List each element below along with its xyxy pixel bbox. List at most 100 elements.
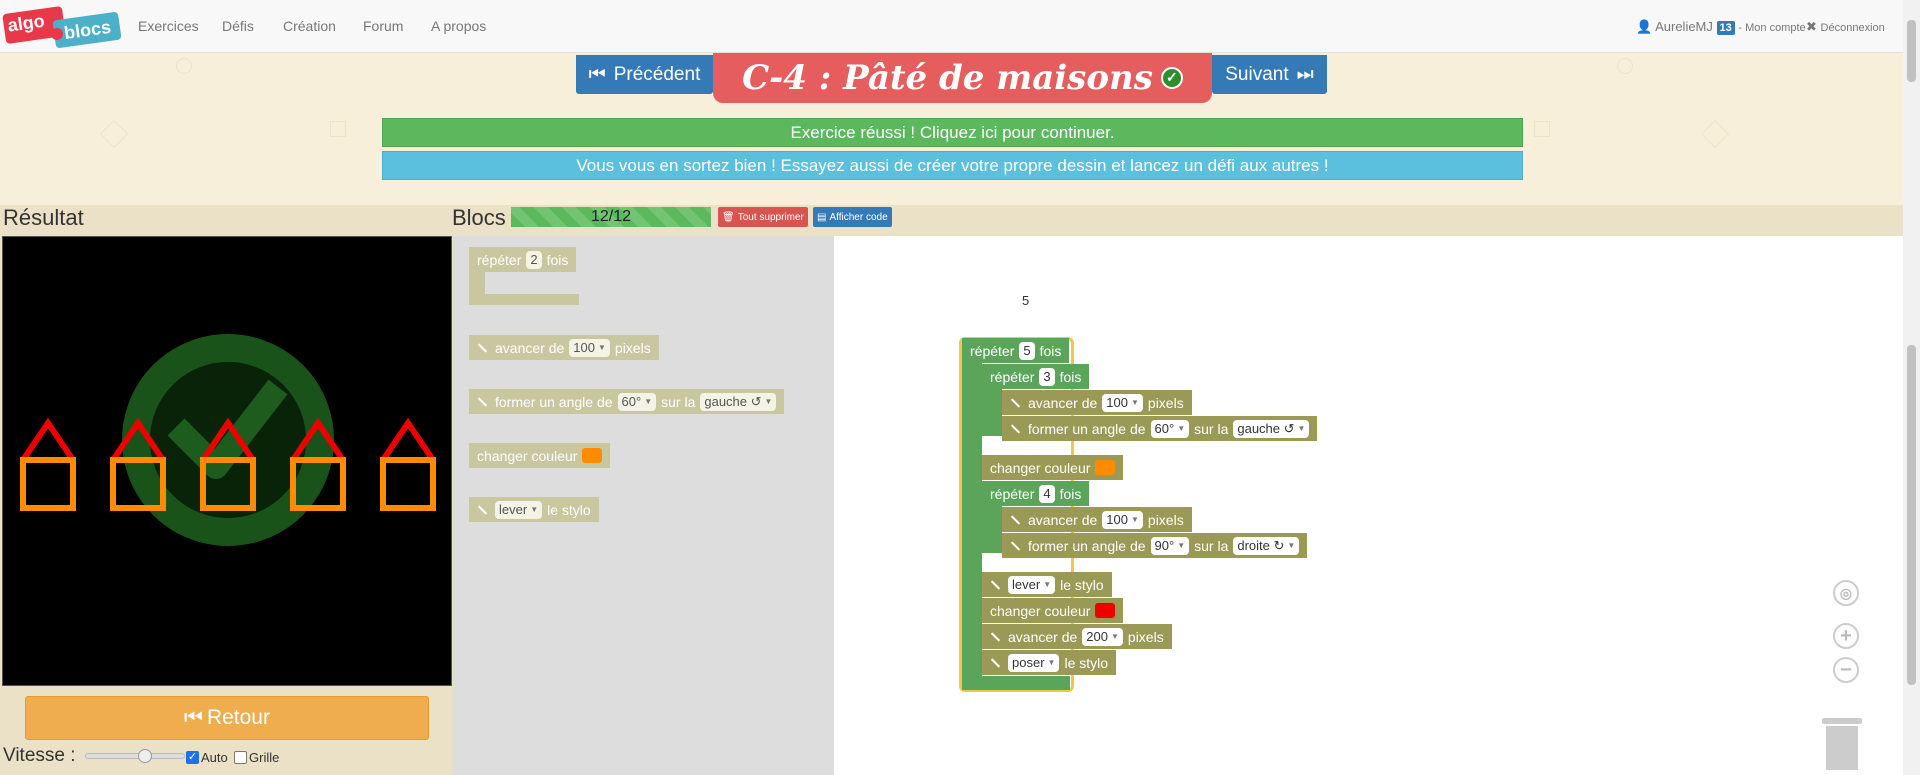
algoblocs-logo[interactable]: algo blocs [2,4,124,48]
block-toolbox: répéter 2 fois avancer de 100 ▼ pixels fo… [453,236,834,775]
pencil-icon [990,657,1001,668]
user-menu[interactable]: 👤 AurelieMJ 13 - Mon compte [1636,19,1806,35]
auto-check-box[interactable]: ✓ [186,751,199,764]
color-label: changer couleur [990,602,1091,619]
pen-state-field[interactable]: lever ▼ [495,500,543,519]
zoom-out-icon[interactable]: − [1833,657,1859,683]
forward-distance-value: 100 [1106,512,1128,527]
forward-block-3[interactable]: avancer de 200 ▼ pixels [982,624,1172,649]
color-swatch[interactable] [1095,603,1116,618]
toolbox-repeat-block[interactable]: répéter 2 fois [469,247,577,272]
dropdown-arrow-icon: ▼ [764,397,773,406]
house-roof [20,417,76,462]
exercise-title: C-4 : Pâté de maisons ✓ [713,53,1212,103]
turn-direction-field[interactable]: gauche ↺ ▼ [700,392,777,411]
color-swatch[interactable] [582,448,603,463]
forward-distance-field[interactable]: 100 ▼ [1102,393,1143,412]
exercise-title-text: C-4 : Pâté de maisons [742,58,1153,98]
repeat-suffix: fois [1059,368,1082,385]
pencil-icon [990,579,1001,590]
vitesse-label: Vitesse : [3,745,76,766]
forward-label: avancer de [495,339,565,356]
pencil-icon [477,396,488,407]
repeat-count-field[interactable]: 4 [1039,484,1055,503]
turn-block-2[interactable]: former un angle de 90° ▼ sur la droite ↻ ▼ [1002,533,1308,558]
nav-creation[interactable]: Création [283,18,336,34]
account-link[interactable]: - Mon compte [1738,22,1805,34]
recenter-icon[interactable]: ◎ [1833,580,1859,606]
next-button[interactable]: Suivant ⏭ [1212,55,1327,94]
pen-state-value: lever [499,502,528,517]
inner-repeat-2-block[interactable]: répéter 4 fois [982,481,1090,506]
repeat-block-foot [469,294,579,305]
nav-forum[interactable]: Forum [363,18,403,34]
turn-label: former un angle de [1028,420,1146,437]
forward-distance-value: 100 [1106,395,1128,410]
forward-distance-field[interactable]: 100 ▼ [1102,510,1143,529]
pen-up-block[interactable]: lever ▼ le stylo [982,572,1112,597]
turn-angle-value: 60° [621,394,642,409]
previous-label: Précédent [613,63,701,85]
turn-mid-label: sur la [661,393,696,410]
clear-all-label: Tout supprimer [737,211,804,223]
pen-down-block[interactable]: poser ▼ le stylo [982,650,1117,675]
skip-back-icon: ⏮ [184,706,203,729]
speed-slider[interactable] [85,749,185,763]
color-block-1[interactable]: changer couleur [982,455,1124,480]
forward-distance-field[interactable]: 100 ▼ [569,338,610,357]
workspace-scrollbar-thumb[interactable] [1907,345,1916,685]
forward-block-2[interactable]: avancer de 100 ▼ pixels [1002,507,1192,532]
dropdown-arrow-icon: ▼ [1130,398,1139,407]
toolbox-color-block[interactable]: changer couleur [469,443,611,468]
toolbox-pen-block[interactable]: lever ▼ le stylo [469,497,599,522]
repeat-count-field[interactable]: 5 [1019,341,1035,360]
turn-angle-field[interactable]: 90° ▼ [1150,536,1190,555]
show-code-button[interactable]: ▤ Afficher code [813,207,892,227]
logout-link[interactable]: ✖ Déconnexion [1806,19,1885,35]
page-scrollbar[interactable] [1903,0,1920,775]
turn-angle-value: 60° [1154,421,1175,436]
turn-block-1[interactable]: former un angle de 60° ▼ sur la gauche ↺ ▼ [1002,416,1318,441]
speed-slider-knob[interactable] [138,749,152,763]
zoom-in-icon[interactable]: + [1833,623,1859,649]
nav-exercices[interactable]: Exercices [138,18,199,34]
toolbox-forward-block[interactable]: avancer de 100 ▼ pixels [469,335,659,360]
pen-state-field[interactable]: poser ▼ [1008,653,1060,672]
previous-button[interactable]: ⏮ Précédent [576,55,713,94]
scrollbar-thumb[interactable] [1907,20,1916,82]
success-banner[interactable]: Exercice réussi ! Cliquez ici pour conti… [382,118,1523,147]
color-label: changer couleur [990,459,1091,476]
repeat-count-field[interactable]: 2 [526,250,542,269]
turn-angle-field[interactable]: 60° ▼ [617,392,657,411]
forward-label: avancer de [1028,394,1098,411]
nav-defis[interactable]: Défis [222,18,254,34]
turn-angle-field[interactable]: 60° ▼ [1150,419,1190,438]
grille-label: Grille [249,750,280,765]
forward-block-1[interactable]: avancer de 100 ▼ pixels [1002,390,1192,415]
trash-lid [1822,718,1862,724]
auto-checkbox[interactable]: ✓ Auto [186,750,228,765]
grille-checkbox[interactable]: Grille [234,750,279,765]
pencil-icon [1010,397,1021,408]
dropdown-arrow-icon: ▼ [644,397,653,406]
house-wall [380,457,436,511]
nav-apropos[interactable]: A propos [431,18,486,34]
trash-icon[interactable] [1822,718,1862,770]
retour-button[interactable]: ⏮ Retour [25,696,429,740]
turn-direction-field[interactable]: gauche ↺ ▼ [1233,419,1310,438]
dropdown-arrow-icon: ▼ [1177,541,1186,550]
color-block-2[interactable]: changer couleur [982,598,1124,623]
grille-check-box[interactable] [234,751,247,764]
forward-distance-field[interactable]: 200 ▼ [1082,627,1123,646]
info-banner: Vous vous en sortez bien ! Essayez aussi… [382,151,1523,180]
inner-repeat-1-block[interactable]: répéter 3 fois [982,364,1090,389]
outer-repeat-block[interactable]: répéter 5 fois [962,338,1070,363]
turn-direction-field[interactable]: droite ↻ ▼ [1233,536,1300,555]
toolbox-turn-block[interactable]: former un angle de 60° ▼ sur la gauche ↺ ▼ [469,389,785,414]
forward-distance-value: 200 [1086,629,1108,644]
repeat-count-field[interactable]: 3 [1039,367,1055,386]
clear-all-button[interactable]: 🗑 Tout supprimer [718,207,808,227]
pen-state-field[interactable]: lever ▼ [1008,575,1056,594]
color-swatch[interactable] [1095,460,1116,475]
block-workspace[interactable]: 5 répéter 5 fois répéter 3 fois avancer … [834,236,1903,775]
